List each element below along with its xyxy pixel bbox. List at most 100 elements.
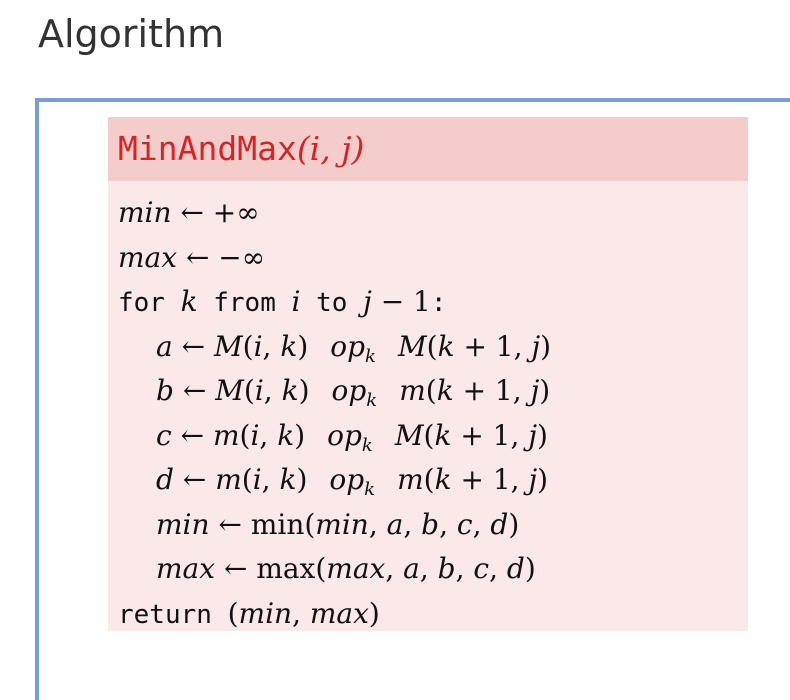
math-token: j — [528, 463, 538, 496]
math-token: k — [365, 345, 376, 367]
keyword-token: : — [430, 288, 447, 318]
math-token: ) — [297, 329, 309, 363]
math-token: k — [281, 374, 299, 407]
math-token: k — [277, 418, 295, 452]
math-token: c — [456, 507, 473, 541]
line-d: d ← m(i, k) opk m(k + 1, j) — [156, 466, 548, 499]
line-a: a ← M(i, k) opk M(k + 1, j) — [156, 329, 552, 367]
math-token: , — [292, 596, 310, 630]
math-token: max — [118, 240, 178, 274]
keyword-token: to — [300, 288, 364, 318]
algorithm-name: MinAndMax — [118, 129, 297, 168]
math-token: min — [315, 507, 369, 541]
math-token: , — [403, 507, 422, 541]
line-b: b ← M(i, k) opk m(k + 1, j) — [156, 377, 550, 410]
math-token: j — [363, 285, 372, 318]
math-token: min( — [250, 507, 316, 541]
math-token: M — [213, 329, 243, 363]
math-token: ) — [296, 463, 308, 496]
line-min-init: min ← +∞ — [118, 199, 260, 227]
math-token: + 1, — [451, 463, 529, 496]
math-token: k — [279, 463, 297, 496]
math-token: , — [489, 552, 507, 585]
math-token: c — [473, 552, 490, 585]
math-token: b — [156, 374, 174, 407]
math-token: + 1, — [454, 329, 532, 363]
math-token: + 1, — [451, 418, 529, 452]
math-token: ) — [508, 507, 520, 541]
math-token: a — [403, 552, 420, 585]
math-token: ( — [426, 329, 438, 363]
math-token: m — [397, 463, 424, 496]
math-token: op — [329, 463, 365, 496]
algorithm-block: MinAndMax(i, j) min ← +∞ max ← −∞ for k fr… — [108, 117, 748, 631]
keyword-token: for — [118, 288, 181, 318]
line-max-update: max ← max(max, a, b, c, d) — [156, 555, 536, 583]
math-token: max( — [256, 552, 327, 585]
math-token: M — [394, 418, 424, 452]
math-token: ) — [524, 552, 536, 585]
math-token: k — [280, 329, 298, 363]
line-for-loop: for k from i to j − 1: — [118, 285, 447, 318]
math-token: max — [326, 552, 386, 585]
math-token: k — [364, 479, 376, 500]
math-token: j — [528, 418, 537, 452]
math-token: k — [434, 463, 452, 496]
math-token: min — [156, 507, 210, 541]
math-token: ← — [171, 418, 213, 452]
math-token: k — [366, 390, 378, 411]
algorithm-title: MinAndMax(i, j) — [118, 129, 364, 168]
math-token: i — [254, 374, 264, 407]
math-token: ← −∞ — [177, 240, 266, 274]
math-token: + 1, — [453, 374, 531, 407]
math-token: ) — [298, 374, 310, 407]
keyword-token: return — [118, 599, 228, 630]
math-token: , — [368, 507, 387, 541]
math-token: j — [531, 329, 541, 363]
math-token: ← +∞ — [171, 196, 260, 229]
math-token: , — [419, 552, 438, 585]
algorithm-title-bar: MinAndMax(i, j) — [108, 117, 748, 181]
math-token: op — [331, 374, 367, 407]
math-token: ) — [539, 374, 551, 407]
math-token: ( — [243, 374, 255, 407]
math-token: b — [421, 507, 440, 541]
math-token: ( — [423, 418, 435, 452]
math-token: op — [327, 418, 362, 452]
math-token: ( — [227, 596, 239, 630]
math-token: b — [437, 552, 456, 585]
math-token: i — [252, 463, 262, 496]
math-token: ( — [425, 374, 437, 407]
math-token: ← — [215, 552, 257, 585]
line-max-init: max ← −∞ — [118, 240, 266, 274]
math-token: ← — [172, 329, 214, 363]
math-token: ) — [537, 418, 548, 452]
math-token: ) — [540, 329, 552, 363]
math-token: m — [212, 418, 240, 452]
math-token: k — [436, 374, 454, 407]
math-token: d — [490, 507, 509, 541]
math-token: a — [156, 329, 173, 363]
math-token: min — [118, 196, 172, 229]
math-token: min — [238, 596, 293, 630]
math-token: ) — [368, 596, 380, 630]
math-token: max — [156, 552, 216, 585]
math-token: − 1 — [371, 285, 431, 318]
math-token: , — [261, 463, 280, 496]
math-token: , — [439, 507, 457, 541]
math-token: i — [253, 329, 263, 363]
page-heading: Algorithm — [38, 12, 225, 56]
math-token: op — [330, 329, 366, 363]
math-token: k — [361, 434, 373, 456]
math-token: , — [259, 418, 278, 452]
math-token: M — [397, 329, 427, 363]
math-token: ( — [241, 463, 253, 496]
math-token: , — [472, 507, 491, 541]
math-token: a — [386, 507, 404, 541]
math-token: k — [180, 285, 198, 318]
math-token: M — [215, 374, 244, 407]
math-token: c — [156, 418, 172, 452]
keyword-token: from — [197, 288, 292, 318]
math-token: ← — [173, 374, 216, 407]
math-token: max — [309, 596, 369, 630]
